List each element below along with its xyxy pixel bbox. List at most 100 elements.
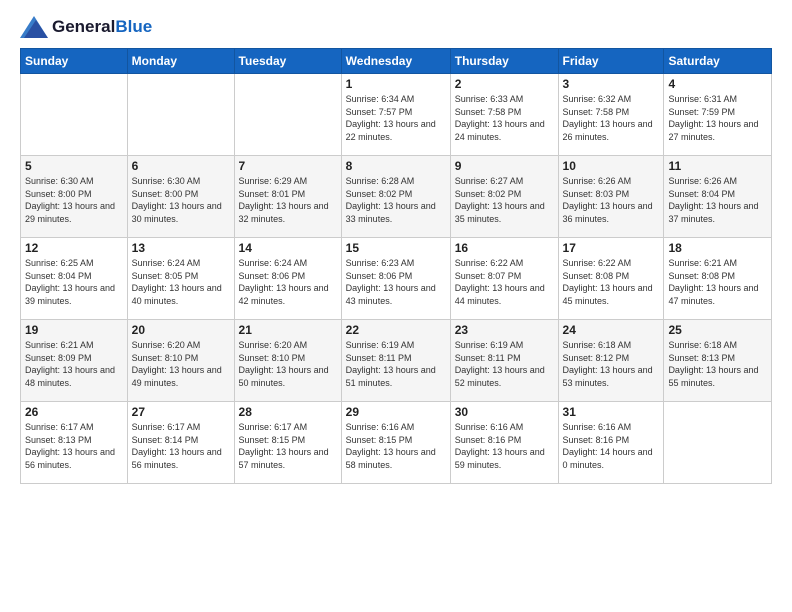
day-number: 28: [239, 405, 337, 419]
day-info: Sunrise: 6:26 AMSunset: 8:04 PMDaylight:…: [668, 175, 767, 225]
table-cell: 18 Sunrise: 6:21 AMSunset: 8:08 PMDayligh…: [664, 238, 772, 320]
day-info: Sunrise: 6:20 AMSunset: 8:10 PMDaylight:…: [239, 339, 337, 389]
calendar-week-row: 12 Sunrise: 6:25 AMSunset: 8:04 PMDayligh…: [21, 238, 772, 320]
day-number: 10: [563, 159, 660, 173]
logo-icon: [20, 16, 48, 38]
day-info: Sunrise: 6:25 AMSunset: 8:04 PMDaylight:…: [25, 257, 123, 307]
day-info: Sunrise: 6:19 AMSunset: 8:11 PMDaylight:…: [455, 339, 554, 389]
col-saturday: Saturday: [664, 49, 772, 74]
day-number: 13: [132, 241, 230, 255]
day-number: 24: [563, 323, 660, 337]
table-cell: 1 Sunrise: 6:34 AMSunset: 7:57 PMDaylight…: [341, 74, 450, 156]
col-sunday: Sunday: [21, 49, 128, 74]
table-cell: 20 Sunrise: 6:20 AMSunset: 8:10 PMDayligh…: [127, 320, 234, 402]
calendar-week-row: 19 Sunrise: 6:21 AMSunset: 8:09 PMDayligh…: [21, 320, 772, 402]
day-info: Sunrise: 6:22 AMSunset: 8:07 PMDaylight:…: [455, 257, 554, 307]
logo-blue: Blue: [115, 17, 152, 36]
day-info: Sunrise: 6:31 AMSunset: 7:59 PMDaylight:…: [668, 93, 767, 143]
table-cell: 8 Sunrise: 6:28 AMSunset: 8:02 PMDaylight…: [341, 156, 450, 238]
table-cell: 24 Sunrise: 6:18 AMSunset: 8:12 PMDayligh…: [558, 320, 664, 402]
table-cell: 21 Sunrise: 6:20 AMSunset: 8:10 PMDayligh…: [234, 320, 341, 402]
logo: GeneralBlue: [20, 16, 152, 38]
table-cell: 16Sunrise: 6:22 AMSunset: 8:07 PMDayligh…: [450, 238, 558, 320]
table-cell: 26Sunrise: 6:17 AMSunset: 8:13 PMDayligh…: [21, 402, 128, 484]
col-wednesday: Wednesday: [341, 49, 450, 74]
table-cell: 11 Sunrise: 6:26 AMSunset: 8:04 PMDayligh…: [664, 156, 772, 238]
day-info: Sunrise: 6:17 AMSunset: 8:13 PMDaylight:…: [25, 421, 123, 471]
header: GeneralBlue: [20, 16, 772, 38]
day-info: Sunrise: 6:30 AMSunset: 8:00 PMDaylight:…: [25, 175, 123, 225]
day-number: 3: [563, 77, 660, 91]
day-info: Sunrise: 6:24 AMSunset: 8:06 PMDaylight:…: [239, 257, 337, 307]
table-cell: 15Sunrise: 6:23 AMSunset: 8:06 PMDayligh…: [341, 238, 450, 320]
calendar-header-row: Sunday Monday Tuesday Wednesday Thursday…: [21, 49, 772, 74]
day-info: Sunrise: 6:24 AMSunset: 8:05 PMDaylight:…: [132, 257, 230, 307]
day-info: Sunrise: 6:20 AMSunset: 8:10 PMDaylight:…: [132, 339, 230, 389]
day-number: 6: [132, 159, 230, 173]
table-cell: 27 Sunrise: 6:17 AMSunset: 8:14 PMDayligh…: [127, 402, 234, 484]
table-cell: 2Sunrise: 6:33 AMSunset: 7:58 PMDaylight…: [450, 74, 558, 156]
table-cell: 22Sunrise: 6:19 AMSunset: 8:11 PMDayligh…: [341, 320, 450, 402]
table-cell: 14 Sunrise: 6:24 AMSunset: 8:06 PMDayligh…: [234, 238, 341, 320]
day-info: Sunrise: 6:33 AMSunset: 7:58 PMDaylight:…: [455, 93, 554, 143]
day-number: 18: [668, 241, 767, 255]
table-cell: 3Sunrise: 6:32 AMSunset: 7:58 PMDaylight…: [558, 74, 664, 156]
day-info: Sunrise: 6:17 AMSunset: 8:15 PMDaylight:…: [239, 421, 337, 471]
calendar-page: GeneralBlue Sunday Monday Tuesday Wednes…: [0, 0, 792, 612]
day-info: Sunrise: 6:21 AMSunset: 8:09 PMDaylight:…: [25, 339, 123, 389]
table-cell: 7 Sunrise: 6:29 AMSunset: 8:01 PMDaylight…: [234, 156, 341, 238]
day-number: 19: [25, 323, 123, 337]
day-info: Sunrise: 6:22 AMSunset: 8:08 PMDaylight:…: [563, 257, 660, 307]
table-cell: 5 Sunrise: 6:30 AMSunset: 8:00 PMDaylight…: [21, 156, 128, 238]
table-cell: 9 Sunrise: 6:27 AMSunset: 8:02 PMDaylight…: [450, 156, 558, 238]
day-info: Sunrise: 6:34 AMSunset: 7:57 PMDaylight:…: [346, 93, 446, 143]
day-number: 14: [239, 241, 337, 255]
table-cell: [664, 402, 772, 484]
table-cell: 30 Sunrise: 6:16 AMSunset: 8:16 PMDayligh…: [450, 402, 558, 484]
day-number: 9: [455, 159, 554, 173]
day-number: 20: [132, 323, 230, 337]
day-number: 25: [668, 323, 767, 337]
day-info: Sunrise: 6:16 AMSunset: 8:15 PMDaylight:…: [346, 421, 446, 471]
day-info: Sunrise: 6:17 AMSunset: 8:14 PMDaylight:…: [132, 421, 230, 471]
day-info: Sunrise: 6:28 AMSunset: 8:02 PMDaylight:…: [346, 175, 446, 225]
logo-general: General: [52, 17, 115, 36]
day-info: Sunrise: 6:27 AMSunset: 8:02 PMDaylight:…: [455, 175, 554, 225]
table-cell: 23 Sunrise: 6:19 AMSunset: 8:11 PMDayligh…: [450, 320, 558, 402]
day-number: 31: [563, 405, 660, 419]
day-number: 23: [455, 323, 554, 337]
day-number: 1: [346, 77, 446, 91]
col-monday: Monday: [127, 49, 234, 74]
day-info: Sunrise: 6:30 AMSunset: 8:00 PMDaylight:…: [132, 175, 230, 225]
day-number: 27: [132, 405, 230, 419]
day-number: 17: [563, 241, 660, 255]
day-number: 29: [346, 405, 446, 419]
day-number: 4: [668, 77, 767, 91]
calendar-week-row: 5 Sunrise: 6:30 AMSunset: 8:00 PMDaylight…: [21, 156, 772, 238]
table-cell: 28 Sunrise: 6:17 AMSunset: 8:15 PMDayligh…: [234, 402, 341, 484]
col-tuesday: Tuesday: [234, 49, 341, 74]
day-number: 5: [25, 159, 123, 173]
day-number: 7: [239, 159, 337, 173]
day-info: Sunrise: 6:18 AMSunset: 8:13 PMDaylight:…: [668, 339, 767, 389]
day-number: 8: [346, 159, 446, 173]
day-info: Sunrise: 6:23 AMSunset: 8:06 PMDaylight:…: [346, 257, 446, 307]
col-friday: Friday: [558, 49, 664, 74]
day-number: 22: [346, 323, 446, 337]
table-cell: 17 Sunrise: 6:22 AMSunset: 8:08 PMDayligh…: [558, 238, 664, 320]
day-info: Sunrise: 6:21 AMSunset: 8:08 PMDaylight:…: [668, 257, 767, 307]
table-cell: 10 Sunrise: 6:26 AMSunset: 8:03 PMDayligh…: [558, 156, 664, 238]
day-info: Sunrise: 6:16 AMSunset: 8:16 PMDaylight:…: [455, 421, 554, 471]
day-info: Sunrise: 6:29 AMSunset: 8:01 PMDaylight:…: [239, 175, 337, 225]
day-info: Sunrise: 6:26 AMSunset: 8:03 PMDaylight:…: [563, 175, 660, 225]
day-number: 30: [455, 405, 554, 419]
table-cell: 12 Sunrise: 6:25 AMSunset: 8:04 PMDayligh…: [21, 238, 128, 320]
col-thursday: Thursday: [450, 49, 558, 74]
day-number: 11: [668, 159, 767, 173]
day-number: 21: [239, 323, 337, 337]
day-info: Sunrise: 6:18 AMSunset: 8:12 PMDaylight:…: [563, 339, 660, 389]
table-cell: 4 Sunrise: 6:31 AMSunset: 7:59 PMDaylight…: [664, 74, 772, 156]
table-cell: 6 Sunrise: 6:30 AMSunset: 8:00 PMDaylight…: [127, 156, 234, 238]
table-cell: 25 Sunrise: 6:18 AMSunset: 8:13 PMDayligh…: [664, 320, 772, 402]
day-number: 12: [25, 241, 123, 255]
